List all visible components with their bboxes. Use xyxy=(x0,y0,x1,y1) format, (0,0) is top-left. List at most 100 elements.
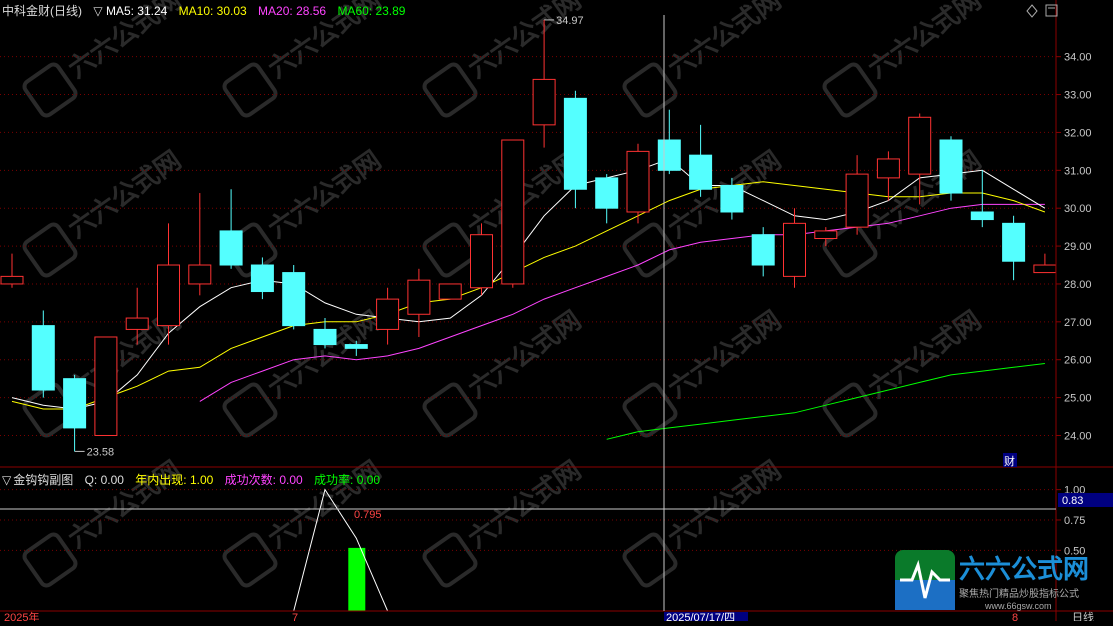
finance-badge[interactable]: 财 xyxy=(1004,454,1015,468)
candle-body xyxy=(845,173,869,228)
candle xyxy=(783,208,806,288)
watermark-tile: 六六公式网 xyxy=(622,455,787,588)
candle-body xyxy=(63,378,87,429)
candle-body xyxy=(814,230,838,239)
watermark-tile: 六六公式网 xyxy=(822,0,987,118)
candle xyxy=(939,136,963,201)
candle-body xyxy=(376,298,400,330)
y-tick-label: 32.00 xyxy=(1064,127,1092,139)
watermark-tile: 六六公式网 xyxy=(822,305,987,438)
candle-body xyxy=(0,275,24,285)
watermark-text: 六六公式网 xyxy=(663,0,787,84)
candle xyxy=(250,257,274,300)
candle xyxy=(876,151,900,201)
candle-body xyxy=(344,344,368,349)
y-tick-label: 29.00 xyxy=(1064,241,1092,253)
cursor-date-label: 2025/07/17/四 xyxy=(666,612,735,621)
watermark-text: 六六公式网 xyxy=(863,305,987,404)
candle-body xyxy=(157,264,180,327)
ma60-label: MA60: 23.89 xyxy=(337,4,406,18)
y-tick-label: 25.00 xyxy=(1064,393,1092,405)
candle xyxy=(219,189,243,269)
candle-body xyxy=(282,272,306,327)
candle-body xyxy=(250,264,274,293)
candle-body xyxy=(595,177,619,209)
candle-body xyxy=(689,154,713,190)
high-annotation: 34.97 xyxy=(556,15,584,27)
candle xyxy=(501,139,525,288)
axis-year-label: 2025年 xyxy=(4,610,39,621)
y-tick-label: 27.00 xyxy=(1064,317,1092,329)
candle-body xyxy=(501,139,525,285)
collapse-icon[interactable]: ▽ xyxy=(93,4,102,18)
y-tick-label: 33.00 xyxy=(1064,90,1092,102)
candle-body xyxy=(219,230,243,266)
maximize-icon[interactable] xyxy=(1045,4,1058,17)
candle-body xyxy=(125,317,149,330)
candle-body xyxy=(31,325,55,391)
candle-body xyxy=(407,279,431,315)
candle-body xyxy=(94,336,118,436)
candle-body xyxy=(939,139,963,194)
watermark-text: 六六公式网 xyxy=(63,145,187,244)
y-tick-label: 26.00 xyxy=(1064,355,1092,367)
watermark-text: 六六公式网 xyxy=(463,0,587,84)
diamond-icon[interactable] xyxy=(1026,4,1038,18)
watermark-text: 六六公式网 xyxy=(863,0,987,84)
watermark-text: 六六公式网 xyxy=(663,455,787,554)
chart-stage[interactable]: 六六公式网 六六公式网 六六公式网 六六公式网 六六公式网 六六公式网 六六公式网 六六公式网… xyxy=(0,0,1113,624)
candle-body xyxy=(438,283,462,300)
axis-month-7: 7 xyxy=(292,612,298,621)
candle xyxy=(845,155,869,235)
axis-period-label: 日线 xyxy=(1072,610,1094,621)
candle-body xyxy=(751,234,775,266)
candle xyxy=(438,283,462,300)
y-tick-label: 34.00 xyxy=(1064,52,1092,64)
candle xyxy=(63,374,87,452)
candle-body xyxy=(188,264,212,285)
site-logo: 六六公式网 聚焦热门精品炒股指标公式 www.66gsw.com xyxy=(895,550,1089,611)
watermark-text: 六六公式网 xyxy=(63,455,187,554)
watermark-tile: 六六公式网 xyxy=(222,305,386,438)
watermark-tile: 六六公式网 xyxy=(22,145,187,278)
candle xyxy=(407,268,431,337)
indicator-name[interactable]: 金钩钩副图 xyxy=(13,473,73,487)
ma20-label: MA20: 28.56 xyxy=(258,4,327,18)
candle-body xyxy=(908,116,932,175)
candle xyxy=(282,265,306,330)
candle-body xyxy=(657,139,681,171)
candle-body xyxy=(470,234,493,289)
candle xyxy=(626,143,650,224)
y-tick-label: 28.00 xyxy=(1064,279,1092,291)
candle-body xyxy=(532,78,556,126)
y-tick-label: 31.00 xyxy=(1064,165,1092,177)
low-annotation: 23.58 xyxy=(87,446,115,458)
q-label: Q: 0.00 xyxy=(84,473,124,487)
ma10-label: MA10: 30.03 xyxy=(178,4,247,18)
candle-body xyxy=(876,158,900,179)
success-count-label: 成功次数: 0.00 xyxy=(224,473,303,487)
sub-collapse-icon[interactable]: ▽ xyxy=(2,473,11,487)
candle xyxy=(0,253,24,288)
signal-bar xyxy=(348,547,366,611)
candle xyxy=(970,170,994,228)
axis-month-8: 8 xyxy=(1012,612,1018,621)
candle xyxy=(657,109,681,175)
watermark-tile: 六六公式网 xyxy=(222,145,386,278)
candle-body xyxy=(626,150,650,213)
watermark-text: 六六公式网 xyxy=(663,305,787,404)
watermark-tile: 六六公式网 xyxy=(422,305,586,438)
y-tick-label: 30.00 xyxy=(1064,203,1092,215)
logo-url: www.66gsw.com xyxy=(984,601,1052,611)
y-tick-label: 24.00 xyxy=(1064,430,1092,442)
candle xyxy=(94,336,118,436)
success-rate-label: 成功率: 0.00 xyxy=(314,473,381,487)
ma5-label: MA5: 31.24 xyxy=(105,4,168,18)
sub-y-tick-label: 0.75 xyxy=(1064,515,1085,527)
candle xyxy=(751,227,775,277)
sub-header: ▽ 金钩钩副图 Q: 0.00 年内出现: 1.00 成功次数: 0.00 成功率… xyxy=(2,471,388,488)
main-header: 中科金财(日线) ▽ MA5: 31.24 MA10: 30.03 MA20: … xyxy=(2,2,413,19)
stock-name[interactable]: 中科金财 xyxy=(2,4,50,18)
candle-body xyxy=(783,222,806,277)
chart-svg[interactable]: 六六公式网 六六公式网 六六公式网 六六公式网 六六公式网六六公式网 六六公式网 六六公式网… xyxy=(0,0,1113,624)
